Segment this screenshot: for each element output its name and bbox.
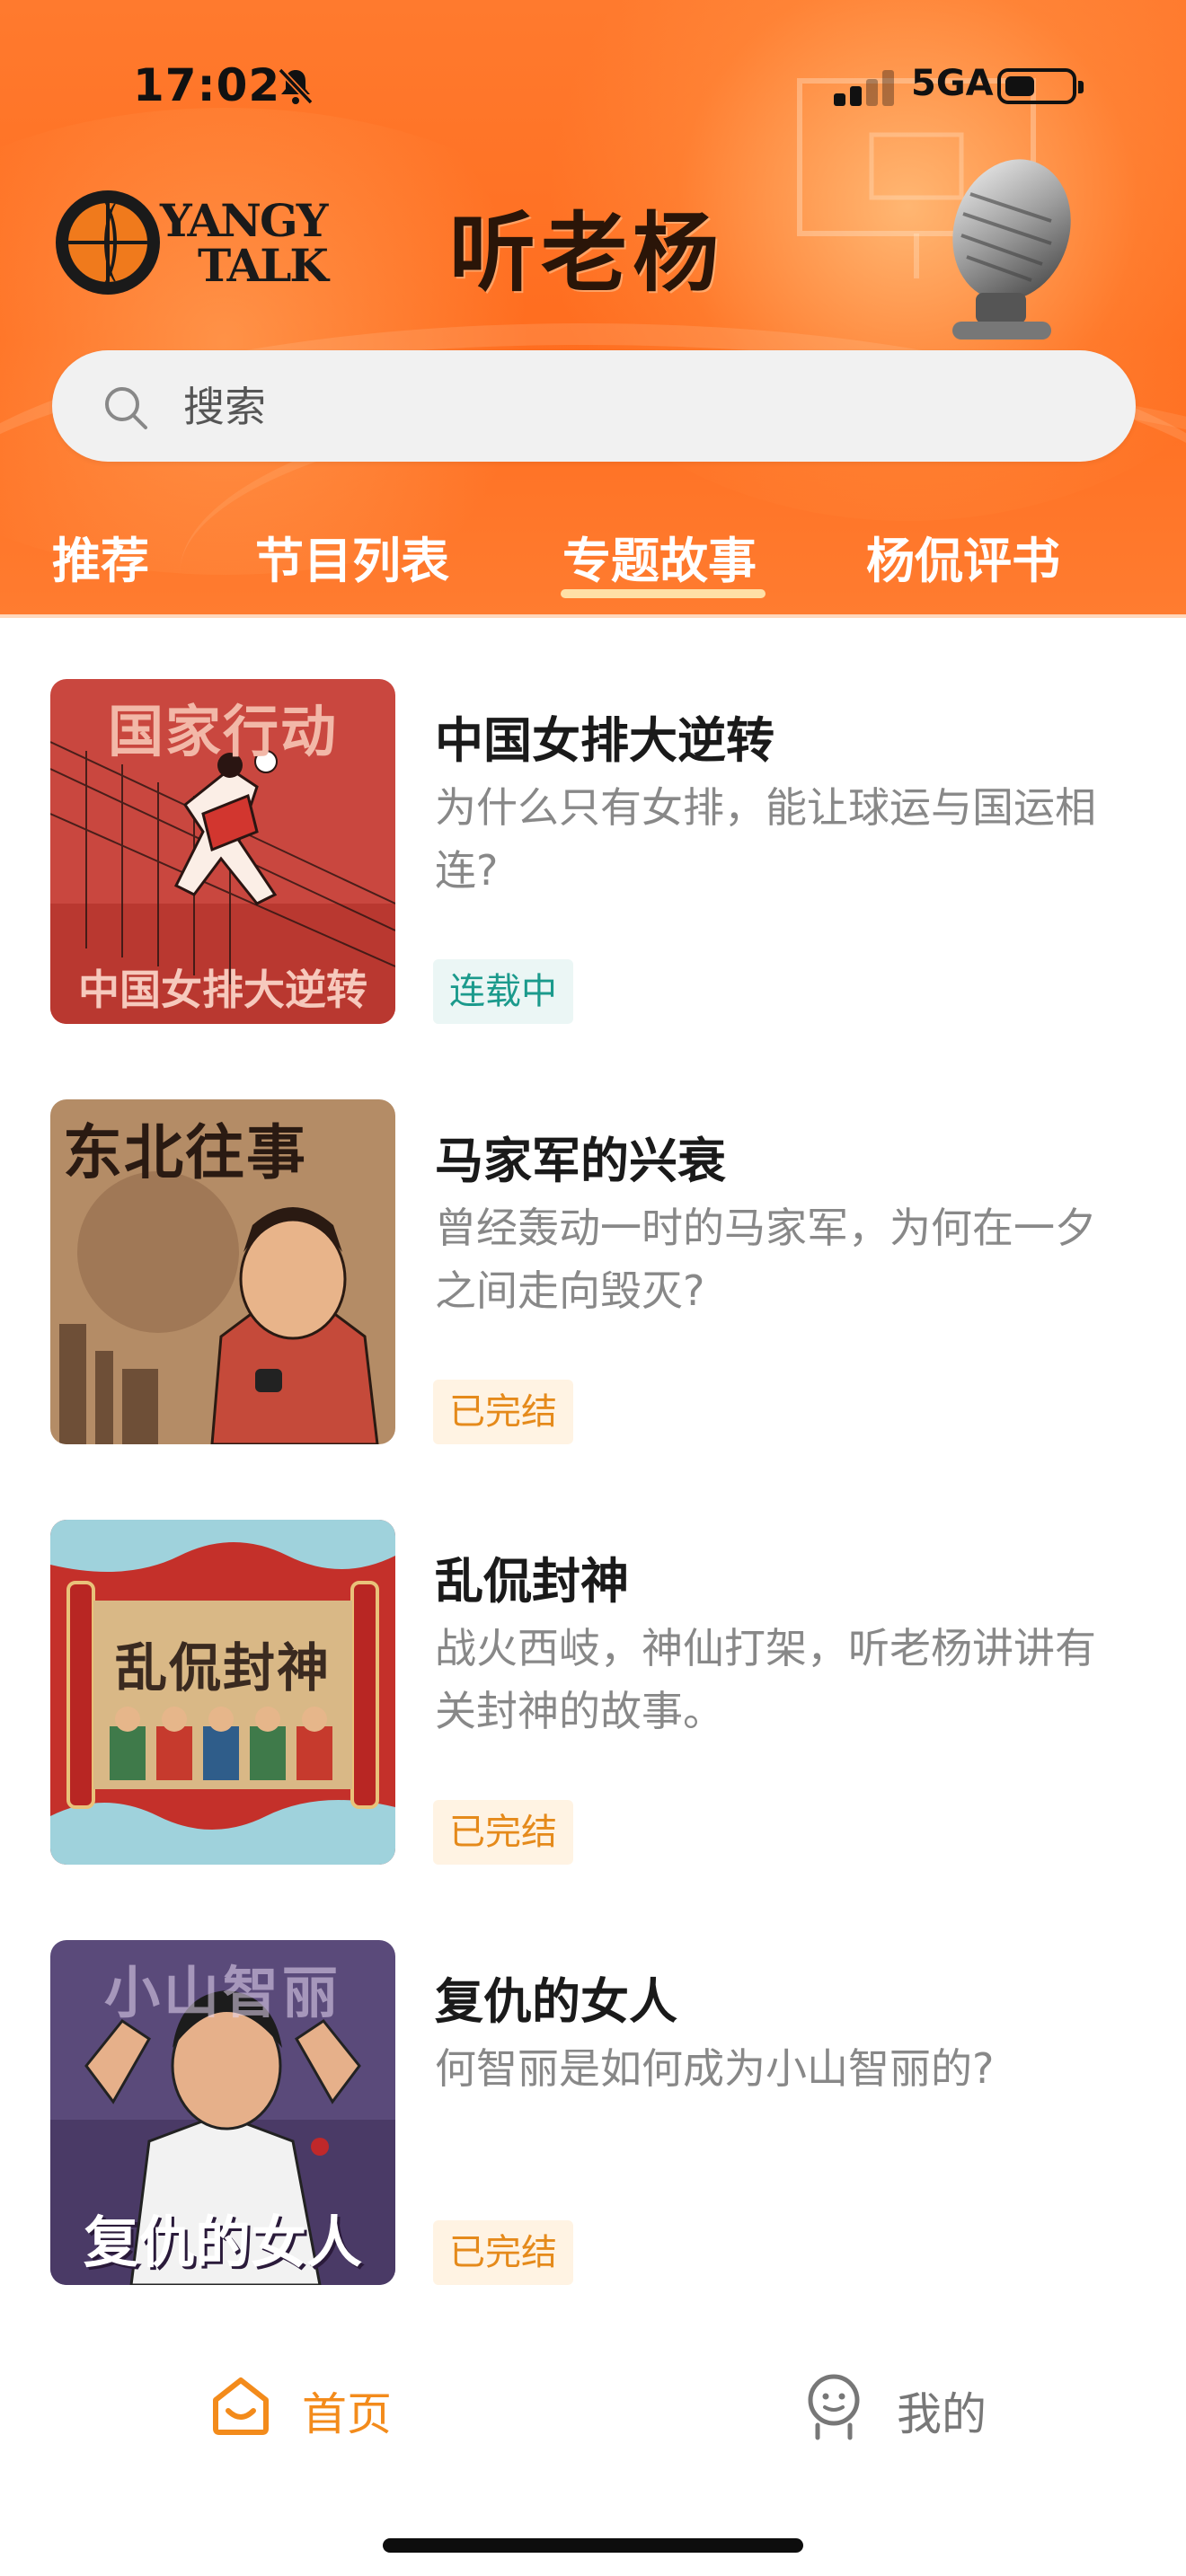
home-indicator[interactable] xyxy=(383,2538,803,2553)
bell-off-icon xyxy=(278,67,314,105)
home-icon xyxy=(213,2378,269,2435)
header-bottom-border xyxy=(0,614,1186,618)
microphone-icon xyxy=(952,159,1071,340)
list-item[interactable]: 乱侃封神 乱侃封神 战火西岐，神仙打架，听老杨讲讲有关封神的故事。 已完结 xyxy=(0,1460,1186,1883)
item-title: 乱侃封神 xyxy=(435,1553,629,1610)
cover-text: 东北往事 xyxy=(63,1117,307,1187)
list-item[interactable]: 东北往事 马家军的兴衰 曾经轰动一时的马家军，为何在一夕之间走向毁灭? 已完结 xyxy=(0,1040,1186,1462)
status-badge: 已完结 xyxy=(433,2220,573,2285)
item-title: 复仇的女人 xyxy=(435,1973,677,2030)
active-tab-indicator xyxy=(561,589,766,598)
tab-yang-storytelling[interactable]: 杨侃评书 xyxy=(866,521,1060,592)
item-title: 中国女排大逆转 xyxy=(435,712,774,769)
item-description: 为什么只有女排，能让球运与国运相连? xyxy=(435,783,1096,895)
search-input[interactable] xyxy=(181,375,994,438)
cover-caption: 中国女排大逆转 xyxy=(78,966,367,1014)
tab-topic-stories[interactable]: 专题故事 xyxy=(562,521,757,592)
profile-icon xyxy=(808,2374,860,2440)
status-badge: 已完结 xyxy=(433,1800,573,1865)
item-description: 战火西岐，神仙打架，听老杨讲讲有关封神的故事。 xyxy=(435,1624,1096,1735)
item-title: 马家军的兴衰 xyxy=(435,1133,726,1189)
logo-wordmark: YANGY TALK xyxy=(160,194,331,293)
nav-home-label[interactable]: 首页 xyxy=(302,2378,392,2443)
item-description: 何智丽是如何成为小山智丽的? xyxy=(435,2044,995,2093)
cover-image: 小山智丽 复仇的女人 xyxy=(50,1940,395,2285)
cover-text: 乱侃封神 xyxy=(114,1637,331,1698)
network-type: 5GA xyxy=(911,63,994,104)
header: 17:02 5GA YANGY TALK 听老杨 搜索 推荐 节目列表 专题故事… xyxy=(0,0,1186,618)
status-badge: 已完结 xyxy=(433,1380,573,1444)
app-title: 听老杨 xyxy=(449,202,724,304)
cover-caption: 复仇的女人 xyxy=(83,2210,362,2275)
search-icon xyxy=(105,387,147,429)
cover-text: 国家行动 xyxy=(107,699,338,764)
tab-recommend[interactable]: 推荐 xyxy=(52,521,149,592)
cover-text: 小山智丽 xyxy=(103,1960,341,2025)
cover-image: 东北往事 xyxy=(50,1099,395,1444)
search-bar[interactable] xyxy=(52,350,1136,462)
cover-image: 国家行动 中国女排大逆转 xyxy=(50,679,395,1024)
tab-program-list[interactable]: 节目列表 xyxy=(255,521,449,592)
nav-me-label[interactable]: 我的 xyxy=(897,2378,987,2443)
status-time: 17:02 xyxy=(133,59,281,111)
list-item[interactable]: 国家行动 中国女排大逆转 中国女排大逆转 为什么只有女排，能让球运与国运相连? … xyxy=(0,620,1186,1042)
logo-basketball-icon xyxy=(56,190,160,295)
cover-image: 乱侃封神 xyxy=(50,1520,395,1865)
logo-line-2: TALK xyxy=(198,239,329,292)
battery-icon xyxy=(997,68,1084,104)
item-description: 曾经轰动一时的马家军，为何在一夕之间走向毁灭? xyxy=(435,1204,1096,1315)
status-badge: 连载中 xyxy=(433,959,573,1024)
list-item[interactable]: 小山智丽 复仇的女人 复仇的女人 何智丽是如何成为小山智丽的? 已完结 xyxy=(0,1881,1186,2303)
signal-icon xyxy=(834,68,897,106)
